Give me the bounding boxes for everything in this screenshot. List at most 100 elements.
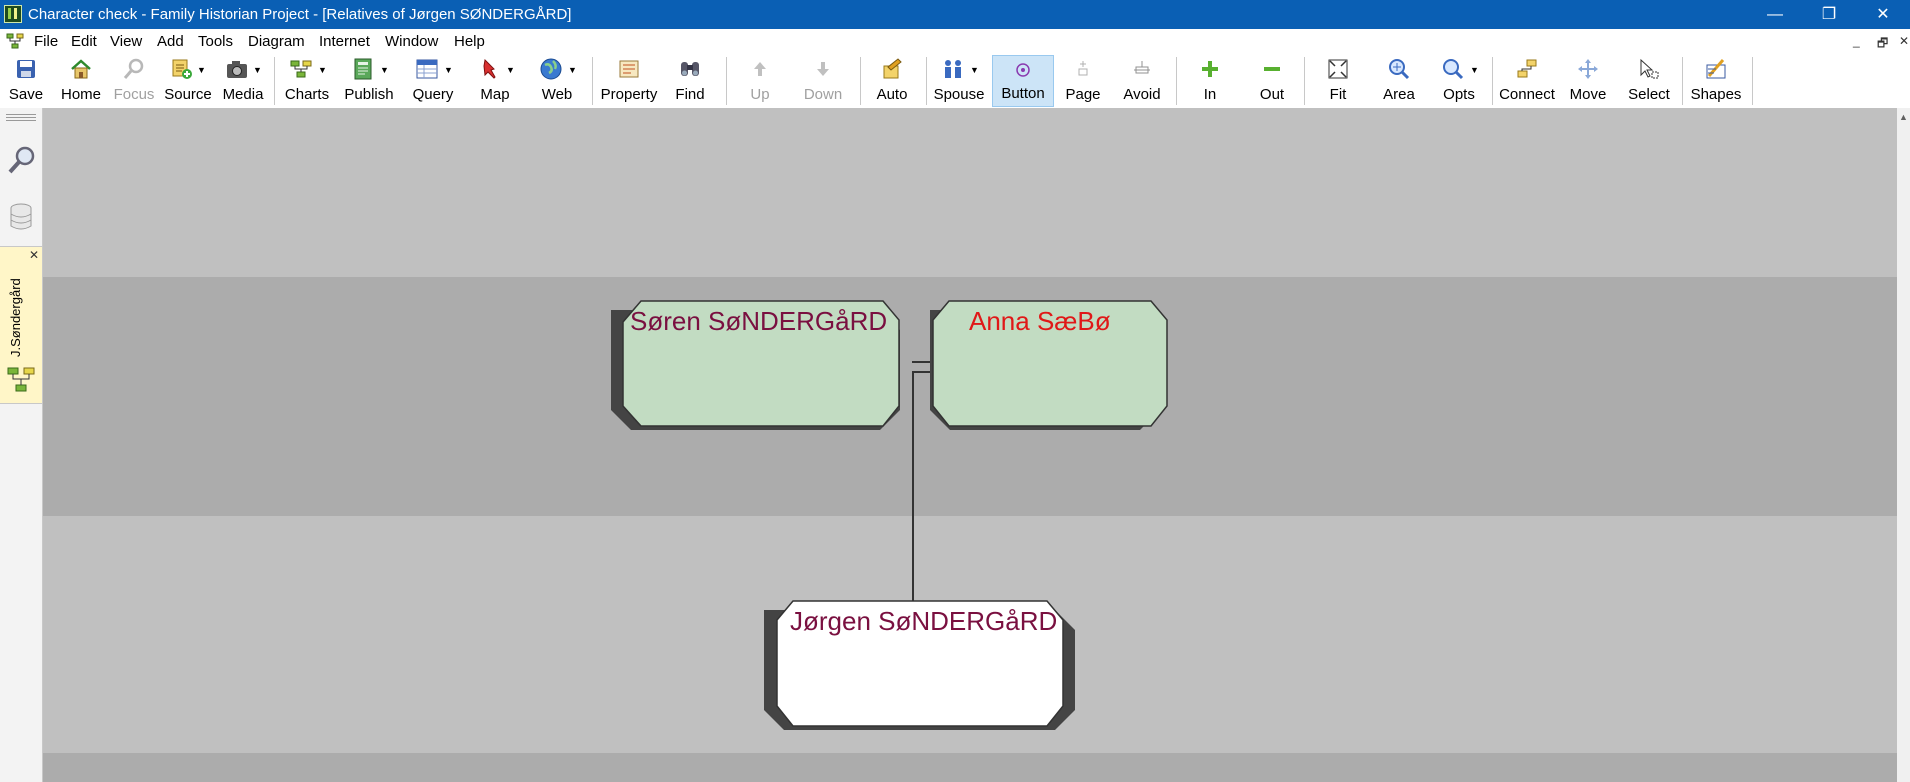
focus-window-magnifier-icon[interactable] bbox=[6, 144, 36, 178]
area-button[interactable]: Area bbox=[1376, 55, 1422, 107]
person-name-mother: Anna SæBø bbox=[969, 306, 1111, 336]
mdi-close-button[interactable]: ✕ bbox=[1899, 34, 1909, 48]
avoid-button[interactable]: Avoid bbox=[1118, 55, 1166, 107]
auto-button[interactable]: Auto bbox=[870, 55, 914, 107]
menu-bar: File Edit View Add Tools Diagram Interne… bbox=[0, 29, 1910, 53]
menu-edit[interactable]: Edit bbox=[71, 33, 97, 50]
menu-tools[interactable]: Tools bbox=[198, 33, 233, 50]
spouse-dropdown-icon[interactable]: ▼ bbox=[970, 65, 979, 75]
person-name-father: Søren SøNDERGåRD bbox=[630, 306, 888, 336]
find-button[interactable]: Find bbox=[668, 55, 712, 107]
fit-button[interactable]: Fit bbox=[1318, 55, 1358, 107]
spouse-couple-icon bbox=[945, 60, 961, 78]
charts-dropdown-icon[interactable]: ▼ bbox=[318, 65, 327, 75]
source-icon bbox=[172, 59, 192, 79]
database-icon[interactable] bbox=[6, 200, 36, 234]
dock-grip[interactable] bbox=[6, 114, 36, 115]
opts-dropdown-icon[interactable]: ▼ bbox=[1470, 65, 1479, 75]
web-label: Web bbox=[541, 86, 573, 103]
menu-add[interactable]: Add bbox=[157, 33, 184, 50]
map-button[interactable]: ▼ Map bbox=[468, 55, 522, 107]
focus-label: Focus bbox=[113, 86, 155, 103]
close-tab-icon[interactable]: ✕ bbox=[29, 248, 39, 262]
query-dropdown-icon[interactable]: ▼ bbox=[444, 65, 453, 75]
page-button[interactable]: Page bbox=[1060, 55, 1106, 107]
map-dropdown-icon[interactable]: ▼ bbox=[506, 65, 515, 75]
toolbar-separator bbox=[1752, 57, 1753, 105]
publish-dropdown-icon[interactable]: ▼ bbox=[380, 65, 389, 75]
property-icon bbox=[619, 60, 639, 78]
mdi-restore-button[interactable]: 🗗 bbox=[1877, 34, 1888, 55]
opts-label: Opts bbox=[1443, 86, 1475, 103]
shapes-button[interactable]: Shapes bbox=[1688, 55, 1744, 107]
publish-book-icon bbox=[354, 58, 372, 80]
button-button[interactable]: Button bbox=[992, 55, 1054, 107]
up-button[interactable]: Up bbox=[740, 55, 780, 107]
publish-button[interactable]: ▼ Publish bbox=[340, 55, 398, 107]
toolbar-separator bbox=[1682, 57, 1683, 105]
map-label: Map bbox=[480, 86, 510, 103]
family-tree-icon[interactable] bbox=[6, 32, 24, 50]
menu-view[interactable]: View bbox=[110, 33, 142, 50]
minimize-button[interactable]: — bbox=[1752, 0, 1798, 29]
magnifier-icon bbox=[123, 58, 144, 79]
query-label: Query bbox=[412, 86, 454, 103]
app-icon[interactable] bbox=[4, 5, 22, 23]
area-label: Area bbox=[1383, 86, 1415, 103]
save-button[interactable]: Save bbox=[4, 55, 48, 107]
focus-button[interactable]: Focus bbox=[112, 55, 156, 107]
zoom-options-button[interactable]: ▼ Opts bbox=[1434, 55, 1484, 107]
menu-file[interactable]: File bbox=[34, 33, 58, 50]
charts-label: Charts bbox=[284, 86, 330, 103]
toolbar-separator bbox=[860, 57, 861, 105]
zoom-in-label: In bbox=[1203, 86, 1217, 103]
source-dropdown-icon[interactable]: ▼ bbox=[197, 65, 206, 75]
scroll-up-arrow-icon[interactable]: ▲ bbox=[1899, 112, 1908, 122]
diagram-canvas[interactable]: Søren SøNDERGåRD Anna SæBø Jørgen SøNDER… bbox=[43, 108, 1897, 782]
mdi-minimize-button[interactable]: _ bbox=[1853, 34, 1860, 48]
dock-grip[interactable] bbox=[6, 120, 36, 121]
charts-icon bbox=[290, 60, 312, 78]
media-dropdown-icon[interactable]: ▼ bbox=[253, 65, 262, 75]
person-name-child: Jørgen SøNDERGåRD bbox=[790, 606, 1058, 636]
window-title: Character check - Family Historian Proje… bbox=[28, 6, 572, 23]
spouse-label: Spouse bbox=[933, 86, 985, 103]
binoculars-icon bbox=[681, 62, 699, 76]
move-button[interactable]: Move bbox=[1564, 55, 1612, 107]
select-button[interactable]: Select bbox=[1622, 55, 1676, 107]
move-label: Move bbox=[1569, 86, 1607, 103]
menu-help[interactable]: Help bbox=[454, 33, 485, 50]
vertical-scrollbar[interactable]: ▲ bbox=[1897, 108, 1910, 782]
down-button[interactable]: Down bbox=[800, 55, 846, 107]
toolbar-separator bbox=[926, 57, 927, 105]
select-label: Select bbox=[1628, 86, 1670, 103]
connect-button[interactable]: Connect bbox=[1498, 55, 1556, 107]
property-button[interactable]: Property bbox=[598, 55, 660, 107]
sidebar-tab-j-sondergard[interactable]: ✕ J.Søndergård bbox=[0, 246, 42, 404]
source-label: Source bbox=[164, 86, 212, 103]
menu-window[interactable]: Window bbox=[385, 33, 438, 50]
camera-icon bbox=[227, 61, 247, 78]
family-tree-icon bbox=[7, 367, 35, 392]
media-button[interactable]: ▼ Media bbox=[218, 55, 268, 107]
web-button[interactable]: ▼ Web bbox=[530, 55, 584, 107]
home-button[interactable]: Home bbox=[56, 55, 106, 107]
down-arrow-icon bbox=[817, 62, 829, 76]
zoom-in-button[interactable]: In bbox=[1190, 55, 1230, 107]
toolbar-separator bbox=[726, 57, 727, 105]
menu-diagram[interactable]: Diagram bbox=[248, 33, 305, 50]
restore-button[interactable]: ❐ bbox=[1806, 0, 1852, 29]
web-dropdown-icon[interactable]: ▼ bbox=[568, 65, 577, 75]
close-button[interactable]: ✕ bbox=[1860, 0, 1906, 29]
publish-label: Publish bbox=[344, 86, 394, 103]
source-button[interactable]: ▼ Source bbox=[162, 55, 214, 107]
charts-button[interactable]: ▼ Charts bbox=[282, 55, 332, 107]
query-button[interactable]: ▼ Query bbox=[406, 55, 460, 107]
zoom-out-button[interactable]: Out bbox=[1250, 55, 1294, 107]
dock-grip[interactable] bbox=[6, 117, 36, 118]
avoid-icon bbox=[1134, 61, 1150, 74]
menu-internet[interactable]: Internet bbox=[319, 33, 370, 50]
page-label: Page bbox=[1065, 86, 1101, 103]
fit-label: Fit bbox=[1329, 86, 1347, 103]
spouse-button[interactable]: ▼ Spouse bbox=[932, 55, 986, 107]
